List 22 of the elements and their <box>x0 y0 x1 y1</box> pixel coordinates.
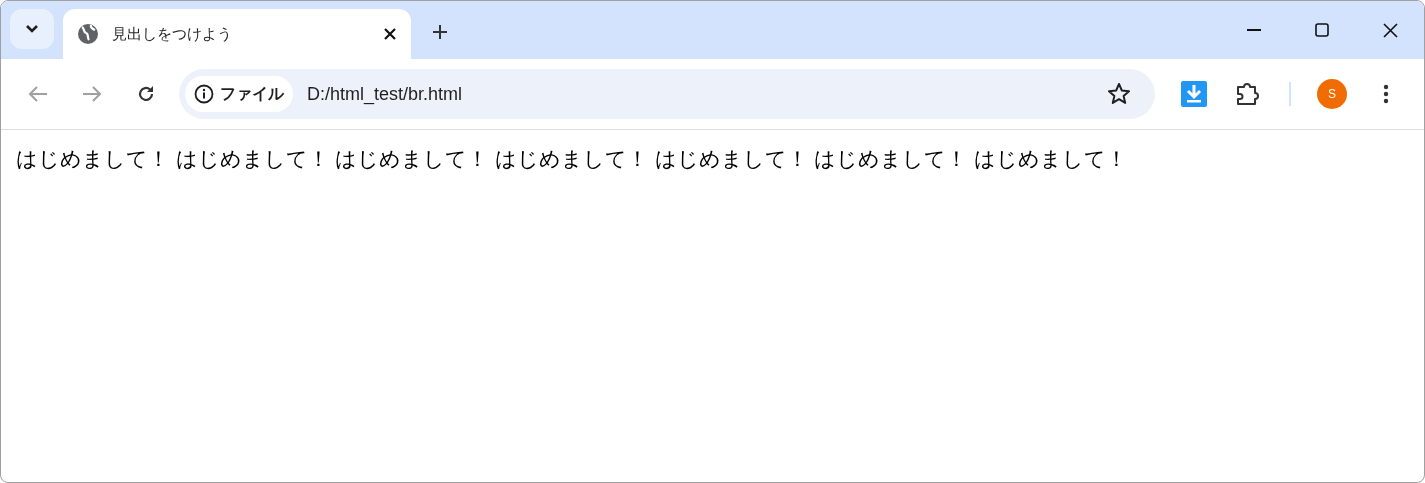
address-bar[interactable]: ファイル D:/html_test/br.html <box>179 69 1155 119</box>
maximize-icon <box>1315 23 1329 37</box>
tab-title: 見出しをつけよう <box>112 23 233 44</box>
site-info-chip[interactable]: ファイル <box>185 76 293 112</box>
globe-icon <box>77 23 99 45</box>
minimize-icon <box>1247 29 1261 31</box>
puzzle-piece-icon[interactable] <box>1235 82 1261 106</box>
browser-tab[interactable]: 見出しをつけよう <box>63 9 411 59</box>
close-tab-icon[interactable] <box>383 27 397 41</box>
plus-icon <box>432 24 448 40</box>
chip-label: ファイル <box>220 84 284 104</box>
url-text: D:/html_test/br.html <box>307 82 463 107</box>
page-paragraph: はじめまして！ はじめまして！ はじめまして！ はじめまして！ はじめまして！ はじめまして！ はじめまして！ <box>16 146 1129 173</box>
reload-icon <box>136 84 156 104</box>
download-icon[interactable] <box>1181 81 1207 107</box>
star-icon[interactable] <box>1107 82 1131 106</box>
close-icon <box>1382 22 1398 38</box>
chevron-down-icon <box>25 24 39 34</box>
more-menu-icon[interactable] <box>1383 84 1389 104</box>
back-arrow-icon <box>28 85 48 103</box>
forward-arrow-icon <box>82 85 102 103</box>
info-icon <box>194 84 214 104</box>
